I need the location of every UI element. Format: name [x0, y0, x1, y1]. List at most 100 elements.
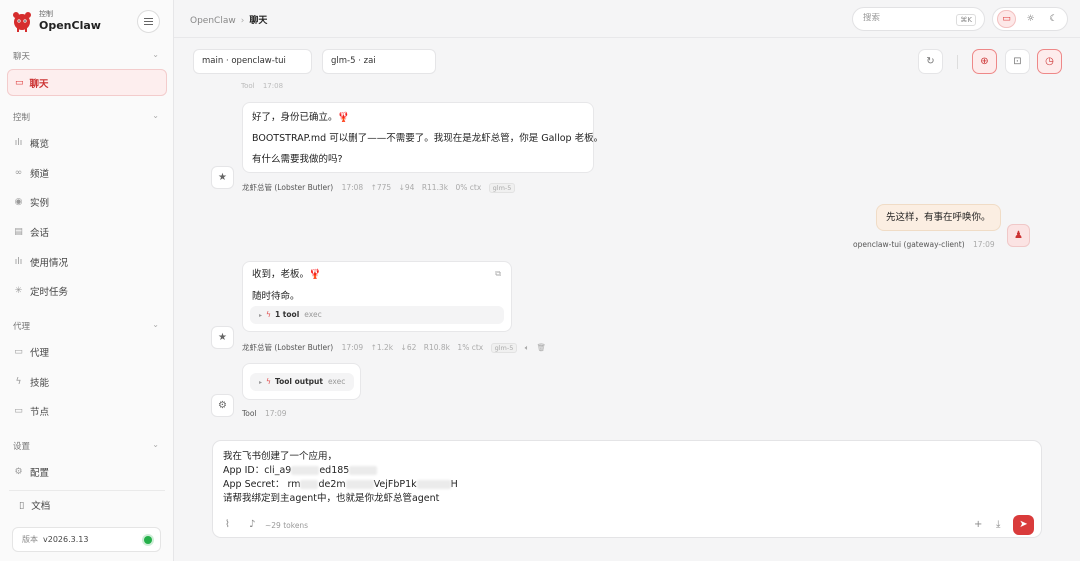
message-line: 随时待命。: [252, 291, 300, 302]
collapse-sidebar-button[interactable]: [137, 10, 160, 33]
sidebar-item-label: 技能: [30, 378, 50, 389]
trash-icon[interactable]: 🗑︎: [537, 343, 547, 352]
search-input[interactable]: [863, 13, 943, 23]
input-tokens: ↑1.2k: [370, 343, 394, 352]
sidebar-item-label: 文档: [31, 501, 51, 512]
message-line: 收到，老板。🦞: [252, 269, 321, 280]
sidebar: 控制 OpenClaw 聊天 ⌄ ▭ 聊天 控制 ⌄ ılı 概览 ∞ 频道 ◉…: [0, 0, 174, 561]
send-button[interactable]: ➤: [1013, 515, 1034, 535]
composer-text-fragment: VejFbP1k: [373, 479, 417, 490]
tool-output-row[interactable]: ▸ ϟ Tool output exec: [250, 373, 354, 391]
clock-icon[interactable]: ◷: [1037, 49, 1062, 74]
document-icon: ▤: [14, 227, 23, 237]
sidebar-item-label: 会话: [30, 228, 50, 239]
breadcrumb-separator: ›: [240, 16, 245, 26]
sidebar-item-label: 聊天: [29, 78, 49, 90]
composer-text-line[interactable]: 我在飞书创建了一个应用，: [223, 451, 337, 463]
redacted-region: [345, 480, 374, 489]
sidebar-item-label: 实例: [30, 198, 50, 209]
sender-name: 龙虾总管 (Lobster Butler): [242, 183, 334, 192]
message-meta: Tool 17:08: [241, 82, 283, 90]
message-time: 17:08: [341, 183, 364, 192]
sidebar-item-skills[interactable]: ϟ 技能: [13, 372, 163, 392]
tool-name: Tool output: [274, 377, 323, 386]
nav-section-settings[interactable]: 设置 ⌄: [13, 440, 161, 452]
sidebar-item-label: 使用情况: [30, 258, 69, 269]
download-icon[interactable]: ⤓: [996, 519, 1000, 530]
nav-section-control[interactable]: 控制 ⌄: [13, 111, 161, 123]
version-value: v2026.3.13: [43, 535, 89, 544]
sun-icon[interactable]: ☼: [1021, 10, 1040, 28]
gear-icon: ⚙: [211, 394, 234, 417]
toolbar-divider: [957, 55, 958, 69]
context-usage: 0% ctx: [455, 183, 482, 192]
lobster-logo-icon: [11, 9, 33, 33]
cache-tokens: R11.3k: [421, 183, 449, 192]
composer-text-line[interactable]: App ID：cli_a9 ed185: [223, 465, 378, 477]
lightning-icon: ϟ: [266, 377, 271, 386]
microphone-icon[interactable]: ♪: [249, 519, 255, 530]
nav-section-agents[interactable]: 代理 ⌄: [13, 320, 161, 332]
sidebar-item-label: 频道: [30, 169, 50, 180]
composer-text-line[interactable]: App Secret： rm de2m VejFbP1k H: [223, 479, 458, 491]
breadcrumb: OpenClaw › 聊天: [190, 13, 267, 26]
sidebar-item-docs[interactable]: ▯ 文档: [19, 498, 51, 513]
message-meta: 龙虾总管 (Lobster Butler) 17:09 ↑1.2k ↓62 R1…: [242, 342, 551, 353]
sidebar-item-instances[interactable]: ◉ 实例: [13, 192, 163, 212]
redacted-region: [300, 480, 319, 489]
tool-call-row[interactable]: ▸ ϟ 1 tool exec: [250, 306, 504, 324]
copy-icon[interactable]: ⧉: [495, 268, 501, 280]
sidebar-item-usage[interactable]: ılı 使用情况: [13, 252, 163, 272]
moon-icon[interactable]: ☾: [1044, 10, 1063, 28]
composer-text-fragment: H: [450, 479, 458, 490]
loader-icon: ✳: [14, 286, 23, 296]
bar-chart-icon: ılı: [14, 257, 23, 267]
model-select[interactable]: glm-5 · zai: [322, 49, 436, 74]
radio-signal-icon: ◉: [14, 197, 23, 207]
output-tokens: ↓62: [400, 343, 417, 352]
sidebar-item-agents[interactable]: ▭ 代理: [13, 342, 163, 362]
chevron-down-icon: ⌄: [152, 50, 159, 59]
gear-icon: ⚙: [14, 467, 23, 477]
message-composer[interactable]: 我在飞书创建了一个应用， App ID：cli_a9 ed185 App Secr…: [212, 440, 1042, 538]
sender-name: Tool: [241, 82, 255, 90]
redacted-region: [416, 480, 451, 489]
brand[interactable]: 控制 OpenClaw: [11, 9, 101, 33]
sidebar-item-overview[interactable]: ılı 概览: [13, 133, 163, 153]
nav-section-label: 控制: [13, 113, 31, 123]
nav-section-label: 代理: [13, 322, 31, 332]
caret-right-icon: ▸: [259, 379, 263, 386]
attachment-icon[interactable]: ⌇: [225, 519, 230, 530]
sidebar-item-sessions[interactable]: ▤ 会话: [13, 222, 163, 242]
monitor-icon[interactable]: ▭: [997, 10, 1016, 28]
composer-text-fragment: App ID：cli_a9: [223, 465, 292, 476]
brain-toggle-icon[interactable]: ⊕: [972, 49, 997, 74]
sidebar-item-channels[interactable]: ∞ 频道: [13, 163, 163, 183]
redacted-region: [349, 466, 378, 475]
sidebar-item-chat[interactable]: ▭ 聊天: [7, 69, 167, 96]
refresh-icon[interactable]: ↻: [918, 49, 943, 74]
assistant-message: 好了，身份已确立。🦞 BOOTSTRAP.md 可以删了——不需要了。我现在是龙…: [242, 102, 603, 173]
speaker-icon[interactable]: 🔈︎: [525, 343, 530, 352]
sidebar-item-cron[interactable]: ✳ 定时任务: [13, 281, 163, 301]
search-box[interactable]: ⌘K: [852, 7, 985, 31]
sidebar-item-nodes[interactable]: ▭ 节点: [13, 401, 163, 421]
user-message: 先这样，有事在呼唤你。: [876, 204, 1001, 231]
version-label: 版本: [22, 535, 38, 544]
composer-text-line[interactable]: 请帮我绑定到主agent中，也就是你龙虾总管agent: [223, 493, 439, 505]
context-usage: 1% ctx: [457, 343, 484, 352]
plus-icon[interactable]: +: [974, 519, 982, 530]
message-meta: Tool 17:09: [242, 409, 292, 418]
message-time: 17:09: [973, 240, 995, 249]
nav-section-label: 聊天: [13, 52, 31, 62]
chevron-down-icon: ⌄: [152, 440, 159, 449]
session-select[interactable]: main · openclaw-tui: [193, 49, 312, 74]
status-dot: [144, 536, 152, 544]
focus-icon[interactable]: ⊡: [1005, 49, 1030, 74]
version-box: 版本 v2026.3.13: [12, 527, 161, 552]
caret-right-icon: ▸: [259, 312, 263, 319]
sidebar-item-config[interactable]: ⚙ 配置: [13, 462, 163, 482]
nav-section-chat[interactable]: 聊天 ⌄: [13, 50, 161, 62]
star-icon: ★: [211, 166, 234, 189]
breadcrumb-root[interactable]: OpenClaw: [190, 16, 236, 26]
